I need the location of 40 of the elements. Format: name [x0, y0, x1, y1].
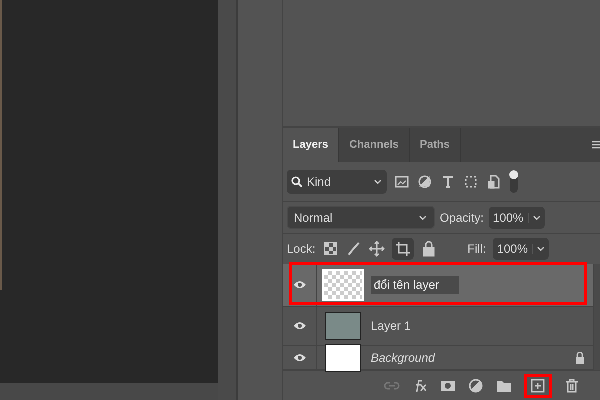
layer-name: Layer 1 [371, 318, 412, 335]
photo-placeholder [325, 312, 361, 340]
layer-row[interactable]: Layer 1 [283, 307, 593, 346]
layer-row[interactable]: Background [283, 346, 593, 370]
layer-row[interactable]: đổi tên layer [283, 264, 593, 307]
eye-icon[interactable] [292, 352, 306, 362]
shape-filter-icon[interactable] [463, 174, 479, 190]
lock-label: Lock: [287, 241, 316, 258]
filter-toggle[interactable] [509, 170, 519, 194]
eye-icon[interactable] [292, 280, 306, 290]
artboard-lock-button[interactable] [392, 238, 414, 260]
blend-mode-dropdown[interactable]: Normal [287, 206, 435, 229]
image-filter-icon[interactable] [394, 174, 410, 190]
adjustment-icon[interactable] [468, 378, 484, 394]
filter-value: Kind [307, 174, 332, 190]
adjustment-filter-icon[interactable] [417, 174, 433, 190]
opacity-field[interactable]: 100% [489, 206, 545, 228]
layer-thumbnail [325, 344, 361, 372]
lock-transparency-icon[interactable] [322, 241, 339, 257]
panel-tab[interactable]: Layers [283, 128, 340, 162]
lock-icon[interactable] [420, 241, 437, 257]
new-layer-button[interactable] [524, 374, 552, 398]
new-layer-icon [531, 378, 545, 392]
transparent-thumbnail [322, 269, 364, 301]
trash-icon[interactable] [564, 378, 580, 394]
brush-icon[interactable] [346, 241, 362, 257]
caret-icon [536, 244, 546, 254]
menu-icon[interactable] [592, 140, 600, 150]
move-icon[interactable] [368, 241, 385, 257]
filter-dropdown[interactable]: Kind [287, 170, 387, 194]
layer-name-field[interactable]: đổi tên layer [371, 276, 460, 294]
fill-label: Fill: [468, 241, 486, 258]
opacity-label: Opacity: [440, 210, 484, 226]
layer-name: Background [371, 350, 436, 366]
search-icon [291, 176, 303, 188]
crop-icon [394, 241, 411, 257]
text-filter-icon[interactable] [440, 174, 456, 190]
smart-object-filter-icon[interactable] [486, 174, 502, 190]
eye-icon[interactable] [292, 321, 306, 331]
fill-field[interactable]: 100% [493, 238, 549, 260]
